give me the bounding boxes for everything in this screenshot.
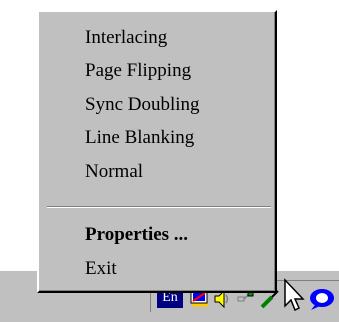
- menu-item-normal[interactable]: Normal: [85, 157, 143, 187]
- tray-context-menu: Interlacing Page Flipping Sync Doubling …: [37, 10, 277, 293]
- mouse-pointer-icon: [284, 278, 305, 312]
- help-balloon-icon[interactable]: [307, 287, 335, 311]
- menu-item-properties[interactable]: Properties ...: [85, 220, 188, 250]
- menu-item-sync-doubling[interactable]: Sync Doubling: [85, 90, 200, 120]
- menu-separator: [47, 206, 271, 208]
- menu-item-page-flipping[interactable]: Page Flipping: [85, 56, 191, 86]
- menu-item-interlacing[interactable]: Interlacing: [85, 23, 167, 53]
- menu-item-exit[interactable]: Exit: [85, 254, 117, 284]
- menu-item-line-blanking[interactable]: Line Blanking: [85, 123, 194, 153]
